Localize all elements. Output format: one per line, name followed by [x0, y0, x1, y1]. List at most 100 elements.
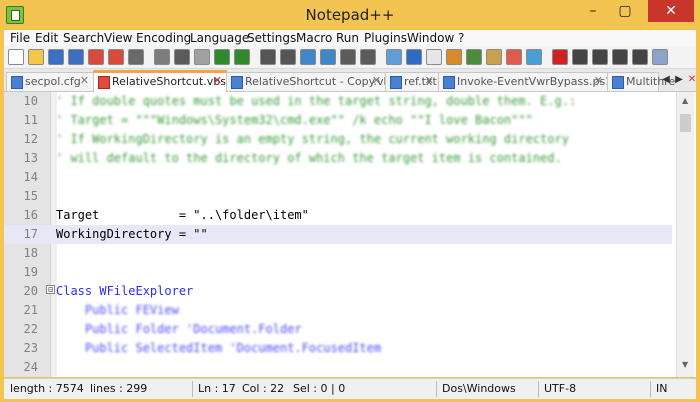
sync-vertical-icon[interactable] [340, 49, 356, 65]
word-wrap-icon[interactable] [386, 49, 402, 65]
code-line[interactable]: 16 Target = "..\folder\item" [4, 206, 672, 225]
zoom-out-icon[interactable] [320, 49, 336, 65]
status-selection: Sel : 0 | 0 [293, 382, 346, 395]
tab-secpol-cfg[interactable]: secpol.cfg ✕ [6, 72, 94, 91]
menu-file[interactable]: File [10, 31, 30, 45]
copy-icon[interactable] [174, 49, 190, 65]
status-eol[interactable]: Dos\Windows [442, 382, 516, 395]
status-encoding[interactable]: UTF-8 [544, 382, 576, 395]
code-line[interactable]: 13 ' will default to the directory of whi… [4, 149, 672, 168]
minimize-button[interactable]: – [578, 0, 608, 22]
code-text: Public SelectedItem 'Document.FocusedIte… [56, 341, 382, 355]
fold-toggle-icon[interactable]: ⊟ [46, 285, 55, 294]
tab-close-icon[interactable]: ✕ [213, 74, 222, 87]
tab-close-icon[interactable]: ✕ [594, 74, 603, 87]
tab-invoke-eventvwrbypass-ps1[interactable]: Invoke-EventVwrBypass.ps1 ✕ [438, 72, 612, 91]
tab-relativeshortcut-vbs[interactable]: RelativeShortcut.vbs ✕ [93, 70, 227, 94]
code-text: ' Target = """Windows\System32\cmd.exe""… [56, 113, 533, 127]
function-list-icon[interactable] [486, 49, 502, 65]
show-all-chars-icon[interactable] [406, 49, 422, 65]
monitor-icon[interactable] [526, 49, 542, 65]
run-macro-icon[interactable] [612, 49, 628, 65]
undo-icon[interactable] [214, 49, 230, 65]
maximize-button[interactable]: ▢ [610, 0, 640, 22]
code-editor[interactable]: 10 ' If double quotes must be used in the… [4, 92, 696, 377]
menu-edit[interactable]: Edit [35, 31, 58, 45]
scroll-up-icon[interactable]: ▲ [682, 96, 688, 105]
code-line[interactable]: 22 Public Folder 'Document.Folder [4, 320, 672, 339]
code-line[interactable]: 21 Public FEView [4, 301, 672, 320]
tab-scroll-right-button[interactable]: ▶ [673, 74, 685, 86]
tab-close-icon[interactable]: ✕ [425, 74, 434, 87]
menu-language[interactable]: Language [190, 31, 249, 45]
code-line[interactable]: 19 [4, 263, 672, 282]
scrollbar-thumb[interactable] [680, 114, 691, 132]
menu-plugins[interactable]: Plugins [364, 31, 407, 45]
menu-run[interactable]: Run [336, 31, 359, 45]
new-file-icon[interactable] [8, 49, 24, 65]
zoom-in-icon[interactable] [300, 49, 316, 65]
line-number: 16 [23, 208, 38, 222]
menu-macro[interactable]: Macro [296, 31, 332, 45]
line-number: 18 [23, 246, 38, 260]
status-insert-mode[interactable]: IN [656, 382, 667, 395]
replace-icon[interactable] [280, 49, 296, 65]
code-line[interactable]: 12 ' If WorkingDirectory is an empty stri… [4, 130, 672, 149]
line-number: 17 [23, 227, 38, 241]
code-line[interactable]: 15 [4, 187, 672, 206]
tab-relativeshortcut-copy-vbs[interactable]: RelativeShortcut - Copy.vbs ✕ [226, 72, 396, 91]
tab-ref-txt[interactable]: ref.txt ✕ [385, 72, 439, 91]
stop-macro-icon[interactable] [572, 49, 588, 65]
record-macro-icon[interactable] [552, 49, 568, 65]
menu-search[interactable]: Search [63, 31, 104, 45]
code-text: ' will default to the directory of which… [56, 151, 562, 165]
close-icon[interactable] [88, 49, 104, 65]
save-macro-icon[interactable] [632, 49, 648, 65]
vertical-scrollbar[interactable]: ▲ ▼ [676, 92, 694, 377]
code-line[interactable]: 17 WorkingDirectory = "" [4, 225, 672, 244]
save-all-icon[interactable] [68, 49, 84, 65]
close-document-button[interactable]: ✕ [686, 74, 698, 86]
indent-guide-icon[interactable] [426, 49, 442, 65]
file-icon [612, 76, 624, 89]
toolbar [4, 46, 696, 69]
doc-map-icon[interactable] [466, 49, 482, 65]
user-language-icon[interactable] [446, 49, 462, 65]
paste-icon[interactable] [194, 49, 210, 65]
tab-close-icon[interactable]: ✕ [80, 74, 89, 87]
code-line[interactable]: 11 ' Target = """Windows\System32\cmd.exe… [4, 111, 672, 130]
tab-label: secpol.cfg [25, 75, 81, 88]
code-line[interactable]: 23 Public SelectedItem 'Document.Focused… [4, 339, 672, 358]
tab-scroll-left-button[interactable]: ◀ [660, 74, 672, 86]
folder-workspace-icon[interactable] [506, 49, 522, 65]
print-icon[interactable] [128, 49, 144, 65]
line-number: 22 [23, 322, 38, 336]
menu-settings[interactable]: Settings [247, 31, 296, 45]
menu-encoding[interactable]: Encoding [136, 31, 191, 45]
code-line[interactable]: 18 [4, 244, 672, 263]
file-icon [11, 76, 23, 89]
find-icon[interactable] [260, 49, 276, 65]
scroll-down-icon[interactable]: ▼ [682, 360, 688, 369]
sync-horizontal-icon[interactable] [360, 49, 376, 65]
close-window-button[interactable]: ✕ [648, 0, 694, 22]
cut-icon[interactable] [154, 49, 170, 65]
close-all-icon[interactable] [108, 49, 124, 65]
tab-close-icon[interactable]: ✕ [372, 74, 381, 87]
redo-icon[interactable] [234, 49, 250, 65]
save-icon[interactable] [48, 49, 64, 65]
menu-view[interactable]: View [104, 31, 132, 45]
title-bar[interactable]: Notepad++ – ▢ ✕ [0, 0, 700, 30]
line-number: 24 [23, 360, 38, 374]
menu-help[interactable]: ? [458, 31, 464, 45]
menu-window[interactable]: Window [407, 31, 454, 45]
open-file-icon[interactable] [28, 49, 44, 65]
file-icon [231, 76, 243, 89]
code-line[interactable]: 14 [4, 168, 672, 187]
code-line[interactable]: 10 ' If double quotes must be used in the… [4, 92, 672, 111]
play-macro-icon[interactable] [592, 49, 608, 65]
tab-multithre[interactable]: Multithre [607, 72, 675, 91]
code-line[interactable]: 24 [4, 358, 672, 377]
spell-check-icon[interactable] [652, 49, 668, 65]
code-line[interactable]: 20 Class WFileExplorer ⊟ [4, 282, 672, 301]
